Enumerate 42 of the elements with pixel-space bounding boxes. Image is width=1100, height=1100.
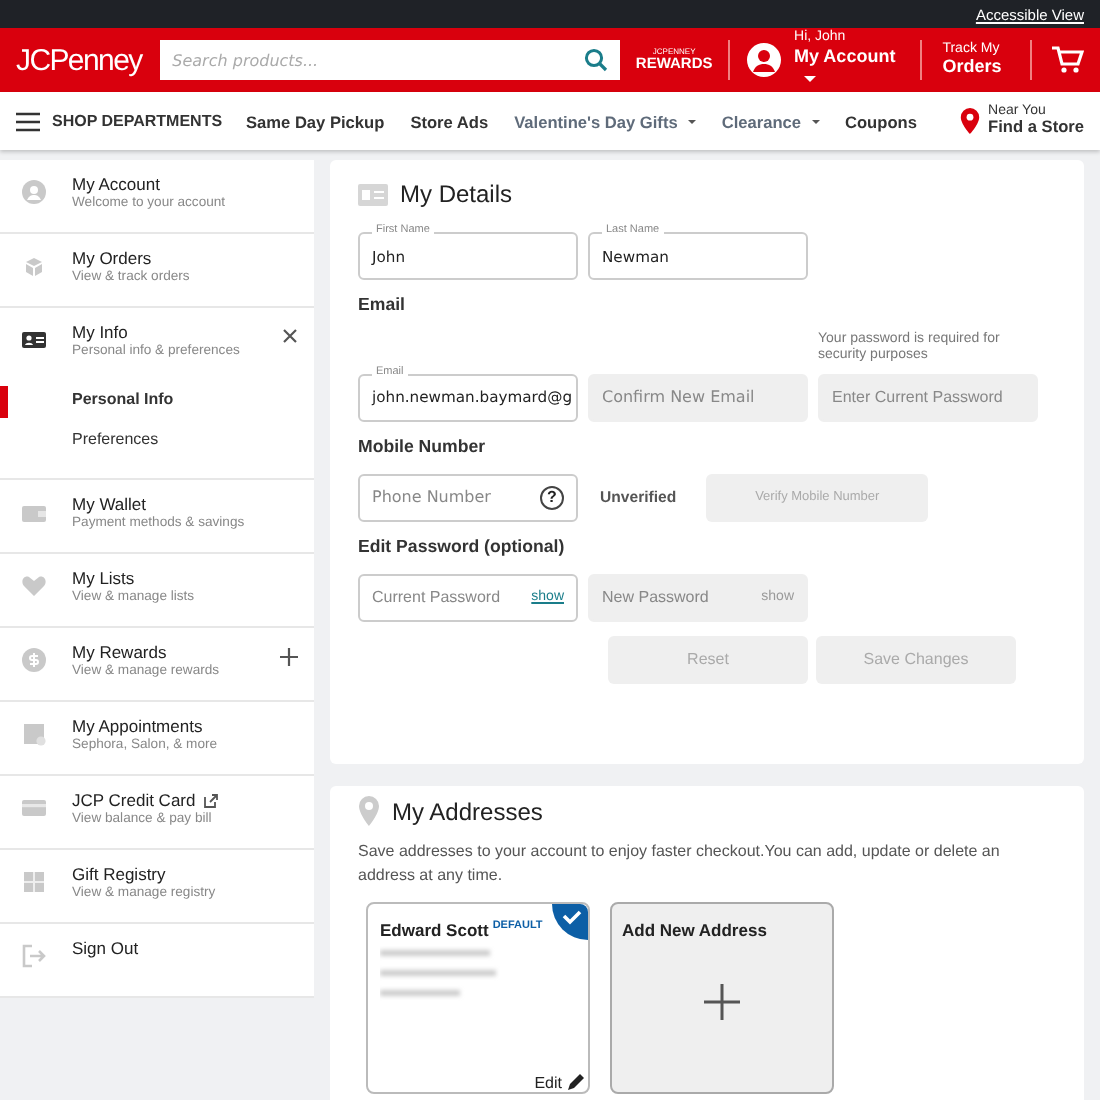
my-account-menu[interactable]: My Account [794,46,905,90]
help-icon[interactable]: ? [540,485,564,510]
sidebar-subitem[interactable]: Personal Info [0,380,314,420]
nav-link[interactable]: Store Ads [410,111,489,131]
id-card-icon [358,183,388,205]
map-pin-icon [960,107,981,134]
credit-card-icon [22,796,46,820]
nav-link[interactable]: Coupons [845,111,917,131]
sign-out-icon [22,944,46,968]
section-heading: Email [358,294,407,314]
section-title: My Details [400,180,513,208]
shop-departments-menu[interactable]: SHOP DEPARTMENTS [16,111,246,131]
section-heading: Mobile Number [358,435,488,456]
plus-icon [704,984,740,1021]
gift-icon [22,870,46,894]
dollar-coin-icon [22,648,46,672]
edit-link[interactable]: Edit [534,1074,584,1093]
section-heading: Edit Password (optional) [358,535,567,556]
nav-link[interactable]: Clearance [721,111,819,131]
address-name: Edward Scott [380,920,489,941]
search-icon [584,48,609,72]
input-field[interactable]: Phone Number ? [358,473,578,522]
menu-icon [16,111,40,131]
nav-link[interactable]: Same Day Pickup [246,111,385,131]
box-icon [22,254,46,278]
nav-link[interactable]: Valentine's Day Gifts [514,111,696,131]
pencil-icon [566,1074,584,1093]
id-card-icon [22,328,46,352]
heart-icon [22,574,46,598]
user-avatar-icon [746,42,783,78]
section-title: My Addresses [392,797,543,825]
logo[interactable]: JCPenney [16,43,145,77]
sidebar-item[interactable]: Sign Out [0,924,314,996]
add-address-card[interactable]: Add New Address [610,902,834,1095]
cart-icon [1051,46,1084,74]
check-icon [552,904,588,941]
add-address-label: Add New Address [622,920,769,941]
wallet-icon [22,500,46,524]
map-pin-icon [358,796,380,826]
sidebar-subitem[interactable]: Preferences [0,420,314,460]
description-text: Save addresses to your account to enjoy faster checkout.You can add, update or delete an address at any time. [358,840,1002,887]
user-icon [22,180,46,204]
